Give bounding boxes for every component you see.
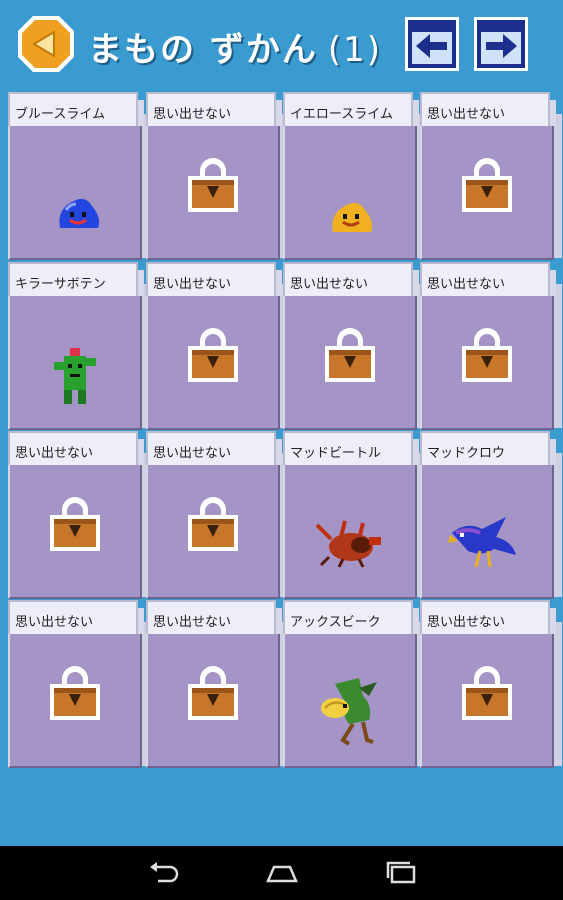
card-label: イエロースライム <box>290 107 393 122</box>
card-panel <box>8 453 150 599</box>
system-recent-apps-button[interactable] <box>384 861 420 885</box>
monster-card[interactable]: イエロースライム <box>283 92 425 260</box>
monster-card[interactable]: 思い出せない <box>420 92 562 260</box>
lock-icon <box>10 634 140 766</box>
system-back-button[interactable] <box>146 861 182 885</box>
card-tab: 思い出せない <box>420 92 556 126</box>
monster-card[interactable]: 思い出せない <box>420 600 562 768</box>
monster-card[interactable]: 思い出せない <box>146 600 288 768</box>
card-tab: 思い出せない <box>283 262 419 296</box>
card-panel <box>283 114 425 260</box>
card-panel <box>146 284 288 430</box>
monster-grid: ブルースライム 思い出せない イエロースライム 思い出せない キラーサボテン 思い出せない… <box>0 88 563 768</box>
system-home-button[interactable] <box>264 861 300 885</box>
card-label: 思い出せない <box>427 107 506 122</box>
axe-beak-monster-icon <box>285 634 415 766</box>
monster-card[interactable]: 思い出せない <box>420 262 562 430</box>
back-button[interactable] <box>16 14 76 74</box>
back-arrow-icon <box>150 862 179 883</box>
card-tab: 思い出せない <box>146 431 282 465</box>
card-tab: 思い出せない <box>146 600 282 634</box>
card-tab: 思い出せない <box>420 600 556 634</box>
page-number: (1) <box>327 30 383 70</box>
card-panel <box>420 453 562 599</box>
lock-icon <box>422 634 552 766</box>
header-bar: まもの ずかん (1) <box>0 0 563 88</box>
card-panel <box>420 622 562 768</box>
card-tab: 思い出せない <box>8 600 144 634</box>
arrow-right-icon <box>474 17 528 71</box>
card-label: 思い出せない <box>15 446 94 461</box>
card-tab: アックスビーク <box>283 600 419 634</box>
monster-card[interactable]: キラーサボテン <box>8 262 150 430</box>
card-label: 思い出せない <box>153 446 232 461</box>
card-panel <box>8 622 150 768</box>
card-panel <box>283 622 425 768</box>
card-label: 思い出せない <box>15 615 94 630</box>
card-tab: 思い出せない <box>420 262 556 296</box>
card-tab: マッドビートル <box>283 431 419 465</box>
monster-card[interactable]: アックスビーク <box>283 600 425 768</box>
card-panel <box>8 284 150 430</box>
title-text: まもの ずかん <box>88 30 318 70</box>
monster-card[interactable]: ブルースライム <box>8 92 150 260</box>
card-label: 思い出せない <box>290 277 369 292</box>
lock-icon <box>148 126 278 258</box>
card-tab: マッドクロウ <box>420 431 556 465</box>
monster-card[interactable]: 思い出せない <box>146 262 288 430</box>
lock-icon <box>422 126 552 258</box>
lock-icon <box>285 296 415 428</box>
card-label: 思い出せない <box>427 277 506 292</box>
cactus-monster-icon <box>10 296 140 428</box>
card-label: ブルースライム <box>15 107 106 122</box>
card-panel <box>146 114 288 260</box>
card-panel <box>420 284 562 430</box>
card-panel <box>420 114 562 260</box>
lock-icon <box>148 634 278 766</box>
card-label: 思い出せない <box>427 615 506 630</box>
card-tab: 思い出せない <box>8 431 144 465</box>
home-icon <box>266 865 298 883</box>
blue-slime-icon <box>10 126 140 258</box>
prev-page-button[interactable] <box>403 15 461 73</box>
card-label: マッドクロウ <box>427 446 506 461</box>
arrow-left-icon <box>405 17 459 71</box>
card-tab: 思い出せない <box>146 262 282 296</box>
lock-icon <box>148 296 278 428</box>
monster-card[interactable]: 思い出せない <box>146 431 288 599</box>
next-page-button[interactable] <box>472 15 530 73</box>
card-panel <box>146 453 288 599</box>
card-label: 思い出せない <box>153 615 232 630</box>
monster-card[interactable]: 思い出せない <box>8 600 150 768</box>
card-panel <box>146 622 288 768</box>
monster-card[interactable]: 思い出せない <box>8 431 150 599</box>
card-tab: 思い出せない <box>146 92 282 126</box>
page-title: まもの ずかん (1) <box>88 22 382 71</box>
lock-icon <box>10 465 140 597</box>
card-panel <box>8 114 150 260</box>
monster-card[interactable]: 思い出せない <box>146 92 288 260</box>
card-label: 思い出せない <box>153 107 232 122</box>
recent-apps-icon <box>386 861 416 884</box>
card-panel <box>283 284 425 430</box>
beetle-monster-icon <box>285 465 415 597</box>
monster-card[interactable]: マッドビートル <box>283 431 425 599</box>
card-label: キラーサボテン <box>15 277 106 292</box>
lock-icon <box>422 296 552 428</box>
monster-card[interactable]: マッドクロウ <box>420 431 562 599</box>
system-navigation-bar <box>0 846 563 900</box>
card-label: アックスビーク <box>290 615 381 630</box>
card-label: 思い出せない <box>153 277 232 292</box>
card-tab: イエロースライム <box>283 92 419 126</box>
card-panel <box>283 453 425 599</box>
card-tab: ブルースライム <box>8 92 144 126</box>
card-label: マッドビートル <box>290 446 382 461</box>
monster-card[interactable]: 思い出せない <box>283 262 425 430</box>
card-tab: キラーサボテン <box>8 262 144 296</box>
lock-icon <box>148 465 278 597</box>
back-arrow-icon <box>18 16 74 72</box>
crow-monster-icon <box>422 465 552 597</box>
yellow-slime-icon <box>285 126 415 258</box>
